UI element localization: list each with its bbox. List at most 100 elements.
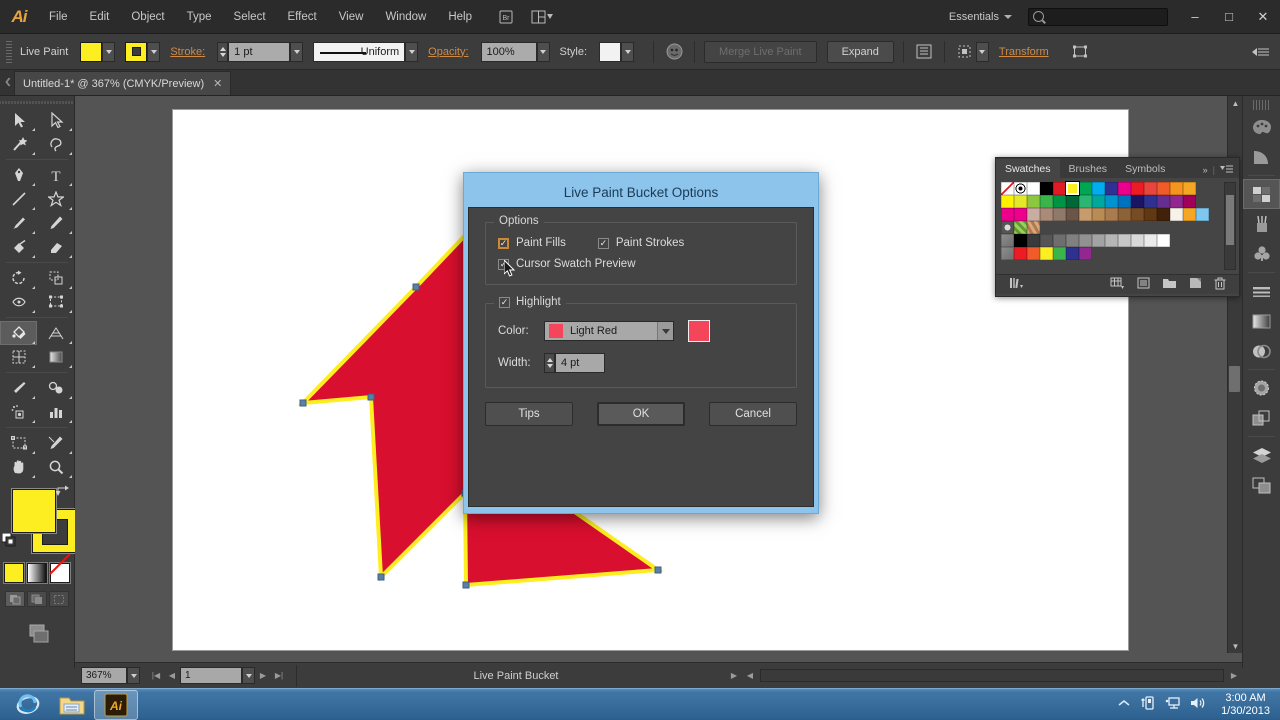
swatch[interactable] <box>1157 208 1170 221</box>
anchor-point[interactable] <box>654 566 662 574</box>
menu-select[interactable]: Select <box>223 0 277 34</box>
file-explorer-icon[interactable] <box>50 690 94 720</box>
swatch[interactable] <box>1157 182 1170 195</box>
document-tab[interactable]: Untitled-1* @ 367% (CMYK/Preview) ✕ <box>14 71 232 95</box>
fill-dropdown-button[interactable] <box>102 41 116 62</box>
swatch[interactable] <box>1157 195 1170 208</box>
stroke-dropdown-button[interactable] <box>147 41 161 62</box>
direct-selection-tool[interactable] <box>37 108 74 132</box>
swatches-panel[interactable]: Swatches Brushes Symbols » | <box>995 157 1240 297</box>
swatch[interactable] <box>1027 221 1040 234</box>
gradient-button[interactable] <box>27 563 47 583</box>
swatch[interactable] <box>1053 195 1066 208</box>
cursor-swatch-preview-checkbox[interactable]: ✓ <box>498 258 509 270</box>
swatch[interactable] <box>1144 208 1157 221</box>
swatch[interactable] <box>1040 208 1053 221</box>
tab-bar-grip[interactable] <box>0 69 14 95</box>
fill-color-swatch[interactable] <box>12 489 56 533</box>
pen-tool[interactable] <box>0 163 37 187</box>
swatch[interactable] <box>1079 195 1092 208</box>
highlight-width-field[interactable]: 4 pt <box>555 353 605 373</box>
usb-device-icon[interactable] <box>1140 695 1156 714</box>
anchor-point[interactable] <box>412 283 420 291</box>
envelope-distort-icon[interactable] <box>1069 42 1091 62</box>
swatch[interactable] <box>1027 195 1040 208</box>
swatch[interactable] <box>1027 234 1040 247</box>
live-paint-bucket-options-dialog[interactable]: Live Paint Bucket Options Options ✓ Pain… <box>463 172 819 514</box>
tab-brushes[interactable]: Brushes <box>1060 159 1117 178</box>
swatch[interactable] <box>1183 195 1196 208</box>
swatch[interactable] <box>1066 195 1079 208</box>
swatch-options-icon[interactable] <box>1137 277 1150 292</box>
swatch[interactable] <box>1053 208 1066 221</box>
scale-tool[interactable] <box>37 266 74 290</box>
brushes-panel-icon[interactable] <box>1243 209 1280 239</box>
tab-symbols[interactable]: Symbols <box>1116 159 1174 178</box>
mesh-tool[interactable] <box>0 345 37 369</box>
swatch[interactable] <box>1183 208 1196 221</box>
show-hidden-icons[interactable] <box>1117 698 1131 711</box>
cancel-button[interactable]: Cancel <box>709 402 797 426</box>
opacity-label[interactable]: Opacity: <box>428 46 468 58</box>
panel-menu-icon[interactable] <box>1220 164 1234 176</box>
style-swatch[interactable] <box>599 41 622 62</box>
network-icon[interactable] <box>1165 695 1181 714</box>
vertical-scroll-thumb[interactable] <box>1229 366 1240 392</box>
swatch[interactable] <box>1144 182 1157 195</box>
swatch-grid[interactable] <box>996 178 1239 274</box>
anchor-point[interactable] <box>367 393 375 401</box>
delete-swatch-icon[interactable] <box>1214 277 1226 293</box>
stroke-profile-field[interactable]: Uniform <box>313 41 406 62</box>
swatch[interactable] <box>1014 221 1027 234</box>
isolate-selected-object-icon[interactable] <box>663 42 685 62</box>
swatch[interactable] <box>1040 247 1053 260</box>
style-dropdown[interactable] <box>621 41 635 62</box>
swatch[interactable] <box>1092 234 1105 247</box>
hand-tool[interactable] <box>0 455 37 479</box>
swatch[interactable] <box>1170 182 1183 195</box>
eyedropper-tool[interactable] <box>0 376 37 400</box>
swatch[interactable] <box>1131 234 1144 247</box>
last-artboard-button[interactable]: ▶| <box>271 667 287 684</box>
tips-button[interactable]: Tips <box>485 402 573 426</box>
swatch[interactable] <box>1170 208 1183 221</box>
symbol-sprayer-tool[interactable] <box>0 400 37 424</box>
swatch[interactable] <box>1027 247 1040 260</box>
swatch[interactable] <box>1014 208 1027 221</box>
tools-panel-grip[interactable] <box>0 96 74 108</box>
control-bar-grip[interactable] <box>6 40 12 63</box>
pencil-tool[interactable] <box>37 211 74 235</box>
swatch-libraries-icon[interactable] <box>1009 277 1024 292</box>
swatch[interactable] <box>1157 234 1170 247</box>
swatch[interactable] <box>1001 234 1014 247</box>
swatch[interactable] <box>1105 208 1118 221</box>
line-segment-tool[interactable] <box>0 187 37 211</box>
draw-normal-icon[interactable] <box>5 591 25 607</box>
volume-icon[interactable] <box>1190 696 1206 713</box>
color-guide-panel-icon[interactable] <box>1243 142 1280 172</box>
swatch[interactable] <box>1027 208 1040 221</box>
arrange-documents-icon[interactable] <box>529 7 555 27</box>
color-button[interactable] <box>4 563 24 583</box>
swatch[interactable] <box>1183 182 1196 195</box>
swatch[interactable] <box>1053 247 1066 260</box>
highlight-checkbox[interactable]: ✓ <box>499 296 510 308</box>
swatch[interactable] <box>1001 247 1014 260</box>
swatch[interactable] <box>1053 182 1066 195</box>
fill-color-button[interactable] <box>80 41 103 62</box>
column-graph-tool[interactable] <box>37 400 74 424</box>
swatch[interactable] <box>1105 234 1118 247</box>
swatch[interactable] <box>1066 234 1079 247</box>
stroke-profile-dropdown[interactable] <box>405 41 419 62</box>
swatch[interactable] <box>1066 182 1079 195</box>
star-tool[interactable] <box>37 187 74 211</box>
control-bar-menu-icon[interactable] <box>1250 42 1272 62</box>
graphic-styles-panel-icon[interactable] <box>1243 403 1280 433</box>
magic-wand-tool[interactable] <box>0 132 37 156</box>
swatch[interactable] <box>1092 182 1105 195</box>
blend-tool[interactable] <box>37 376 74 400</box>
swatch[interactable] <box>1118 182 1131 195</box>
tab-swatches[interactable]: Swatches <box>996 159 1060 178</box>
menu-type[interactable]: Type <box>176 0 223 34</box>
close-button[interactable]: ✕ <box>1246 0 1280 34</box>
